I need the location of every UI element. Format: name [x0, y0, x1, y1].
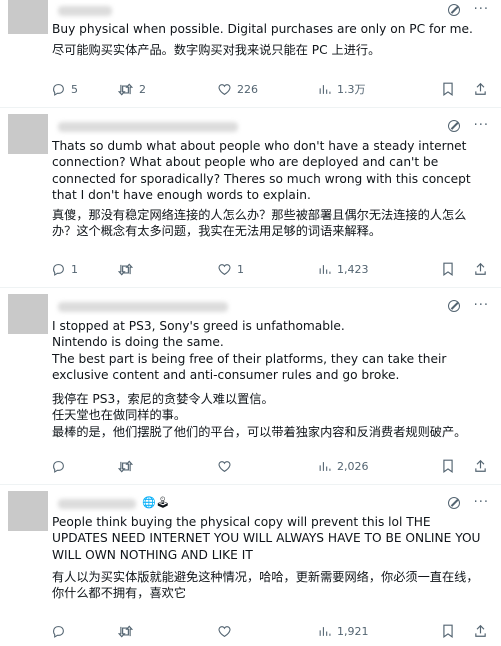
grok-icon[interactable] [447, 120, 460, 132]
avatar[interactable] [8, 294, 48, 334]
share-icon[interactable] [474, 82, 487, 96]
grok-icon[interactable] [447, 300, 460, 312]
action-bar: 5 2 226 1.3万 [52, 81, 493, 97]
avatar[interactable] [8, 491, 48, 531]
reply-icon [53, 83, 64, 96]
retweet-icon [118, 624, 133, 638]
reply-count: 5 [71, 82, 78, 96]
share-icon[interactable] [474, 624, 487, 638]
bookmark-icon[interactable] [442, 459, 454, 473]
views-count: 1,423 [337, 262, 369, 276]
like-button[interactable]: 226 [218, 83, 318, 96]
like-icon [218, 625, 231, 637]
like-icon [218, 460, 231, 472]
like-count: 226 [237, 82, 258, 96]
reply-post[interactable]: ··· Thats so dumb what about people who … [0, 108, 501, 288]
post-utilities [442, 82, 487, 96]
like-button[interactable] [218, 460, 318, 473]
post-utilities [442, 262, 487, 276]
header-icons: ··· [447, 299, 489, 312]
views-icon [319, 264, 331, 274]
reply-button[interactable] [52, 460, 118, 473]
bookmark-icon[interactable] [442, 262, 454, 276]
reply-icon [53, 460, 64, 473]
retweet-button[interactable] [118, 262, 218, 276]
views-count: 2,026 [337, 459, 369, 473]
post-text-zh: 有人以为买实体版就能避免这种情况，哈哈，更新需要网络，你必须一直在线，你什么都不… [52, 570, 479, 601]
post-header: ··· [58, 299, 493, 316]
post-header: ··· [58, 3, 493, 20]
reply-icon [53, 263, 64, 276]
profile-badges: 🌐🕹 [142, 496, 170, 509]
retweet-icon [118, 459, 133, 473]
views-count: 1.3万 [337, 83, 366, 96]
post-text-en: People think buying the physical copy wi… [52, 515, 481, 562]
author-name[interactable] [58, 499, 136, 509]
post-text-en: Thats so dumb what about people who don'… [52, 139, 471, 203]
reply-button[interactable]: 5 [52, 83, 118, 96]
views-icon [319, 84, 331, 94]
share-icon[interactable] [474, 262, 487, 276]
like-count: 1 [237, 262, 244, 276]
reply-button[interactable] [52, 625, 118, 638]
post-text-en: Buy physical when possible. Digital purc… [52, 22, 473, 36]
bookmark-icon[interactable] [442, 82, 454, 96]
grok-icon[interactable] [447, 4, 460, 16]
grok-icon[interactable] [447, 497, 460, 509]
action-bar: 1,921 [52, 623, 493, 639]
post-text-zh: 我停在 PS3，索尼的贪婪令人难以置信。 任天堂也在做同样的事。 最棒的是，他们… [52, 392, 467, 439]
retweet-icon [118, 262, 133, 276]
reply-button[interactable]: 1 [52, 263, 118, 276]
reply-post[interactable]: ··· Buy physical when possible. Digital … [0, 0, 501, 108]
views-icon [319, 461, 331, 471]
more-icon[interactable]: ··· [474, 119, 489, 132]
header-icons: ··· [447, 3, 489, 16]
views-button[interactable]: 1.3万 [318, 81, 436, 97]
views-count: 1,921 [337, 624, 369, 638]
more-icon[interactable]: ··· [474, 299, 489, 312]
header-icons: ··· [447, 496, 489, 509]
more-icon[interactable]: ··· [474, 496, 489, 509]
reply-post[interactable]: ··· I stopped at PS3, Sony's greed is un… [0, 288, 501, 485]
post-header: ··· [58, 119, 493, 136]
views-icon [319, 626, 331, 636]
author-name[interactable] [58, 122, 238, 132]
post-text-zh: 尽可能购买实体产品。数字购买对我来说只能在 PC 上进行。 [52, 43, 381, 57]
post-utilities [442, 459, 487, 473]
post-text-en: I stopped at PS3, Sony's greed is unfath… [52, 319, 447, 383]
bookmark-icon[interactable] [442, 624, 454, 638]
more-icon[interactable]: ··· [474, 3, 489, 16]
action-bar: 1 1 1,423 [52, 261, 493, 277]
like-icon [218, 83, 231, 95]
header-icons: ··· [447, 119, 489, 132]
views-button[interactable]: 2,026 [318, 460, 436, 473]
like-button[interactable]: 1 [218, 263, 318, 276]
retweet-count: 2 [139, 82, 146, 96]
post-header: 🌐🕹 ··· [58, 496, 493, 513]
retweet-button[interactable] [118, 624, 218, 638]
author-name[interactable] [58, 6, 112, 16]
reply-count: 1 [71, 262, 78, 276]
post-utilities [442, 624, 487, 638]
author-name[interactable] [58, 302, 228, 312]
views-button[interactable]: 1,921 [318, 625, 436, 638]
action-bar: 2,026 [52, 458, 493, 474]
reply-feed: ··· Buy physical when possible. Digital … [0, 0, 501, 646]
share-icon[interactable] [474, 459, 487, 473]
reply-post[interactable]: 🌐🕹 ··· People think buying the physical … [0, 485, 501, 646]
avatar[interactable] [8, 0, 48, 34]
like-button[interactable] [218, 625, 318, 638]
avatar[interactable] [8, 114, 48, 154]
reply-icon [53, 625, 64, 638]
views-button[interactable]: 1,423 [318, 263, 436, 276]
retweet-icon [118, 82, 133, 96]
retweet-button[interactable]: 2 [118, 83, 218, 96]
retweet-button[interactable] [118, 459, 218, 473]
post-text-zh: 真傻，那没有稳定网络连接的人怎么办？那些被部署且偶尔无法连接的人怎么办？这个概念… [52, 208, 467, 239]
like-icon [218, 263, 231, 275]
